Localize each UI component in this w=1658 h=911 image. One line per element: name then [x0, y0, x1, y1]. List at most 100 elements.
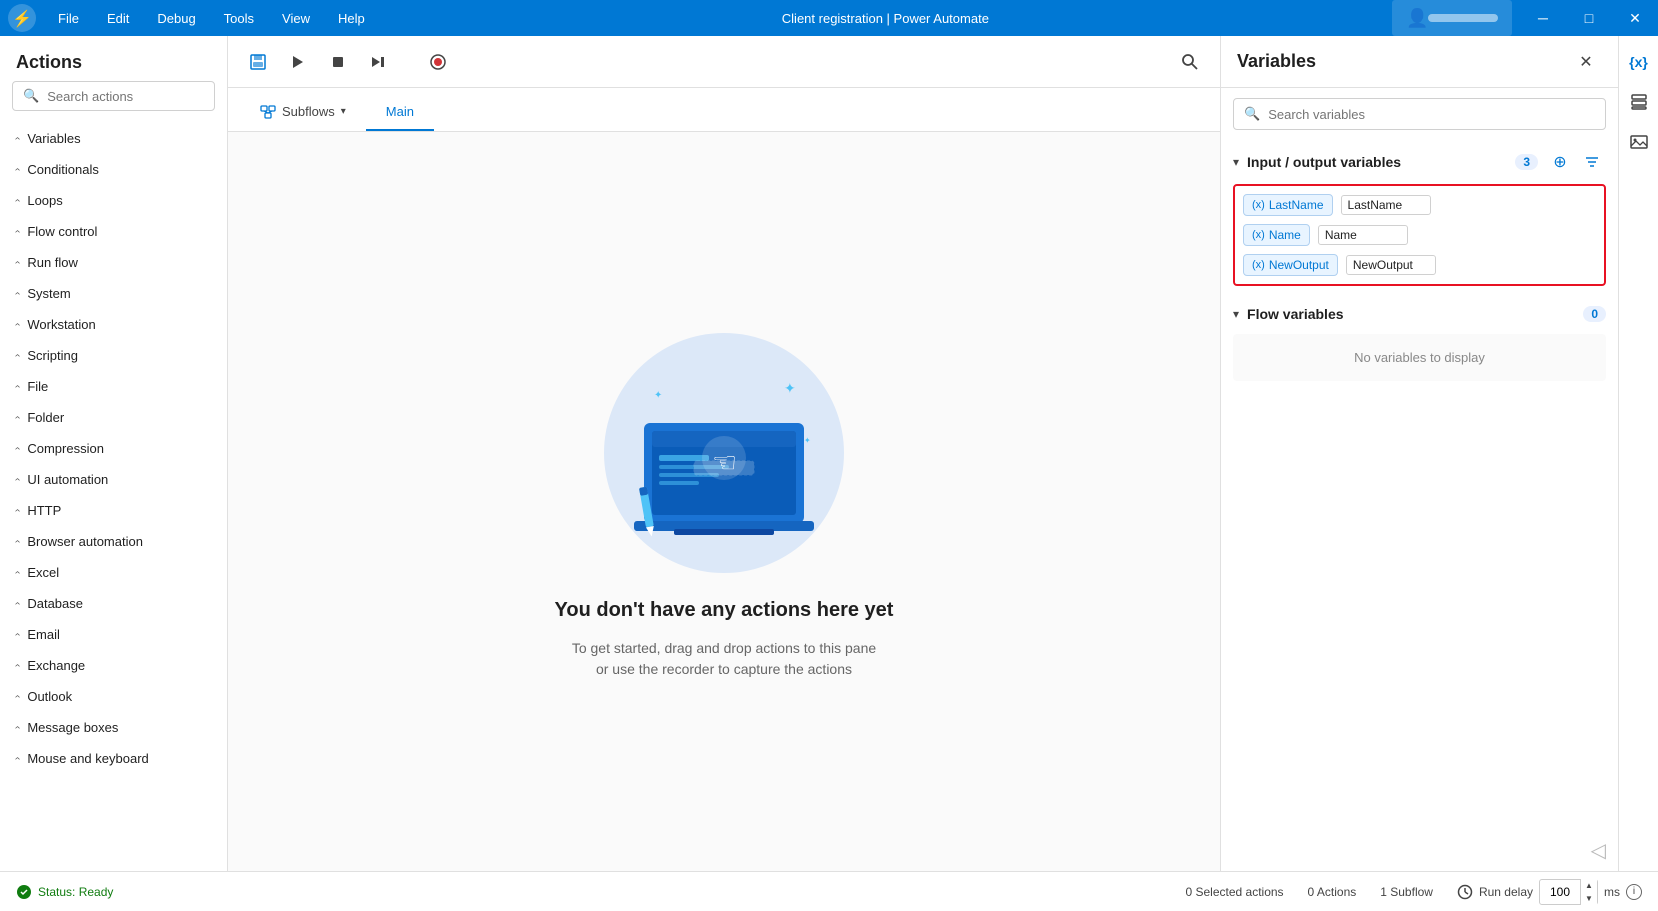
- action-item-scripting[interactable]: › Scripting: [0, 340, 227, 371]
- far-right-panel: {x}: [1618, 36, 1658, 871]
- action-item-message-boxes[interactable]: › Message boxes: [0, 712, 227, 743]
- variables-close-button[interactable]: ✕: [1570, 46, 1602, 78]
- subflow-count: 1 Subflow: [1380, 885, 1433, 899]
- delay-increment-button[interactable]: ▲: [1581, 879, 1597, 892]
- action-item-workstation[interactable]: › Workstation: [0, 309, 227, 340]
- variables-toggle-button[interactable]: {x}: [1621, 44, 1657, 80]
- layers-button[interactable]: [1621, 84, 1657, 120]
- search-input[interactable]: [47, 89, 223, 104]
- action-item-system[interactable]: › System: [0, 278, 227, 309]
- canvas-search-button[interactable]: [1172, 44, 1208, 80]
- info-icon[interactable]: i: [1626, 884, 1642, 900]
- variable-name-input[interactable]: [1341, 195, 1431, 215]
- svg-text:✦: ✦: [654, 390, 662, 401]
- next-step-icon: [369, 53, 387, 71]
- variable-item-lastname[interactable]: (x) LastName: [1243, 194, 1596, 216]
- action-label: Workstation: [27, 317, 95, 332]
- actions-list: › Variables › Conditionals › Loops › Flo…: [0, 119, 227, 871]
- action-item-exchange[interactable]: › Exchange: [0, 650, 227, 681]
- action-item-loops[interactable]: › Loops: [0, 185, 227, 216]
- action-item-email[interactable]: › Email: [0, 619, 227, 650]
- action-label: Database: [27, 596, 83, 611]
- actions-panel: Actions 🔍 › Variables › Conditionals › L…: [0, 36, 228, 871]
- minimize-button[interactable]: ─: [1520, 0, 1566, 36]
- action-item-browser-automation[interactable]: › Browser automation: [0, 526, 227, 557]
- delay-decrement-button[interactable]: ▼: [1581, 892, 1597, 905]
- action-item-flow-control[interactable]: › Flow control: [0, 216, 227, 247]
- variables-search-box[interactable]: 🔍: [1233, 98, 1606, 130]
- flow-section-header[interactable]: ▾ Flow variables 0: [1233, 298, 1606, 330]
- variables-panel-header: Variables ✕: [1221, 36, 1618, 88]
- subflows-icon: [260, 105, 276, 119]
- variable-item-newoutput[interactable]: (x) NewOutput: [1243, 254, 1596, 276]
- variable-name-input[interactable]: [1318, 225, 1408, 245]
- variable-badge: (x) NewOutput: [1243, 254, 1338, 276]
- close-button[interactable]: ✕: [1612, 0, 1658, 36]
- variables-search-input[interactable]: [1268, 107, 1595, 122]
- menu-file[interactable]: File: [44, 0, 93, 36]
- run-delay-input-box[interactable]: ▲ ▼: [1539, 879, 1598, 905]
- action-item-run-flow[interactable]: › Run flow: [0, 247, 227, 278]
- no-variables-message: No variables to display: [1249, 350, 1590, 365]
- actions-panel-title: Actions: [0, 36, 227, 81]
- center-panel: Subflows ▾ Main ✦ ✦ ✦ ✦: [228, 36, 1220, 871]
- action-item-excel[interactable]: › Excel: [0, 557, 227, 588]
- menu-debug[interactable]: Debug: [143, 0, 209, 36]
- next-step-button[interactable]: [360, 44, 396, 80]
- variable-item-name[interactable]: (x) Name: [1243, 224, 1596, 246]
- action-item-mouse-keyboard[interactable]: › Mouse and keyboard: [0, 743, 227, 774]
- status-check-icon: [16, 884, 32, 900]
- record-button[interactable]: [420, 44, 456, 80]
- stop-button[interactable]: [320, 44, 356, 80]
- chevron-right-icon: ›: [12, 757, 23, 760]
- action-item-database[interactable]: › Database: [0, 588, 227, 619]
- selected-actions-label: 0 Selected actions: [1185, 885, 1283, 899]
- user-avatar[interactable]: 👤: [1392, 0, 1512, 36]
- action-item-compression[interactable]: › Compression: [0, 433, 227, 464]
- action-item-conditionals[interactable]: › Conditionals: [0, 154, 227, 185]
- action-item-ui-automation[interactable]: › UI automation: [0, 464, 227, 495]
- save-icon: [249, 53, 267, 71]
- filter-variables-button[interactable]: [1578, 148, 1606, 176]
- image-icon: [1629, 132, 1649, 152]
- tab-main[interactable]: Main: [366, 94, 434, 131]
- action-item-http[interactable]: › HTTP: [0, 495, 227, 526]
- undo-button[interactable]: ◁: [1591, 838, 1606, 863]
- svg-text:✦: ✦: [804, 436, 811, 445]
- save-button[interactable]: [240, 44, 276, 80]
- run-delay-input[interactable]: [1540, 885, 1580, 899]
- action-label: Exchange: [27, 658, 85, 673]
- filter-icon: [1584, 154, 1600, 170]
- chevron-right-icon: ›: [12, 385, 23, 388]
- tab-subflows[interactable]: Subflows ▾: [240, 94, 366, 131]
- menu-edit[interactable]: Edit: [93, 0, 143, 36]
- collapse-chevron-icon: ▾: [1233, 307, 1239, 321]
- menu-view[interactable]: View: [268, 0, 324, 36]
- add-variable-button[interactable]: ⊕: [1546, 148, 1574, 176]
- chevron-down-icon: ▾: [341, 106, 346, 117]
- action-item-folder[interactable]: › Folder: [0, 402, 227, 433]
- chevron-right-icon: ›: [12, 540, 23, 543]
- chevron-right-icon: ›: [12, 633, 23, 636]
- action-item-outlook[interactable]: › Outlook: [0, 681, 227, 712]
- menu-tools[interactable]: Tools: [210, 0, 268, 36]
- search-icon: [1181, 53, 1199, 71]
- chevron-right-icon: ›: [12, 416, 23, 419]
- chevron-right-icon: ›: [12, 478, 23, 481]
- window-title: Client registration | Power Automate: [379, 11, 1392, 26]
- action-item-file[interactable]: › File: [0, 371, 227, 402]
- run-button[interactable]: [280, 44, 316, 80]
- flow-variables-section: ▾ Flow variables 0 No variables to displ…: [1233, 298, 1606, 381]
- maximize-button[interactable]: □: [1566, 0, 1612, 36]
- svg-text:⚡: ⚡: [12, 9, 32, 28]
- menu-help[interactable]: Help: [324, 0, 379, 36]
- action-item-variables[interactable]: › Variables: [0, 123, 227, 154]
- input-output-section-header[interactable]: ▾ Input / output variables 3 ⊕: [1233, 140, 1606, 184]
- image-button[interactable]: [1621, 124, 1657, 160]
- variable-name-input[interactable]: [1346, 255, 1436, 275]
- actions-search-box[interactable]: 🔍: [12, 81, 215, 111]
- input-output-variables-box: (x) LastName (x) Name (x) NewOutput: [1233, 184, 1606, 286]
- run-delay-label: Run delay: [1479, 885, 1533, 899]
- section-actions: ⊕: [1546, 148, 1606, 176]
- action-label: Browser automation: [27, 534, 143, 549]
